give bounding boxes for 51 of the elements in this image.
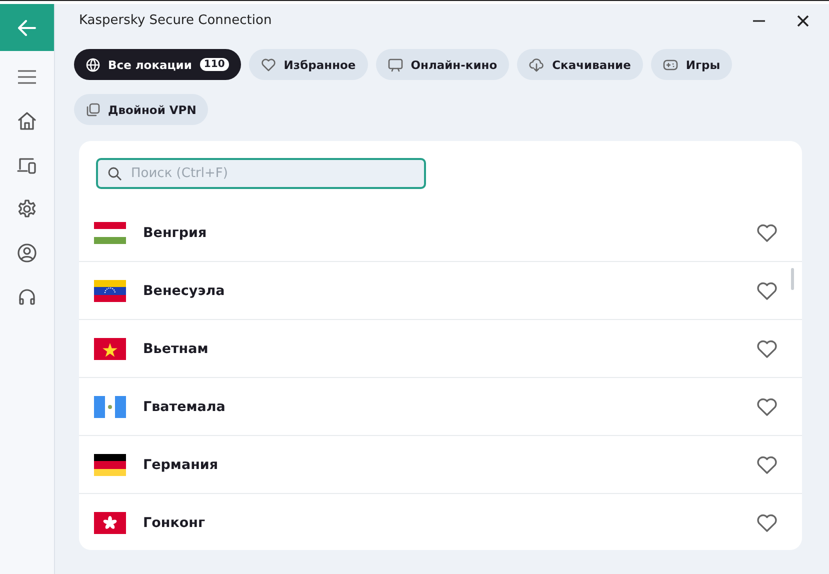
filter-tab[interactable]: Онлайн-кино bbox=[376, 49, 510, 80]
copy-icon bbox=[86, 102, 100, 116]
country-name: Гватемала bbox=[143, 398, 226, 414]
filter-tab[interactable]: Двойной VPN bbox=[74, 94, 208, 125]
devices-icon bbox=[17, 155, 37, 175]
flag-icon bbox=[94, 280, 126, 302]
favorite-button[interactable] bbox=[756, 338, 778, 358]
cloud-download-icon bbox=[529, 58, 544, 72]
back-arrow-icon bbox=[18, 20, 36, 36]
favorite-button[interactable] bbox=[756, 280, 778, 300]
flag-icon bbox=[94, 396, 126, 418]
count-badge: 110 bbox=[200, 58, 229, 71]
account-icon bbox=[17, 243, 37, 263]
heart-icon bbox=[756, 454, 778, 474]
favorite-button[interactable] bbox=[756, 454, 778, 474]
country-name: Германия bbox=[143, 456, 220, 472]
country-name: Гонконг bbox=[143, 514, 206, 530]
flag-icon bbox=[94, 338, 126, 360]
menu-icon bbox=[17, 69, 37, 85]
favorite-button[interactable] bbox=[756, 512, 778, 532]
heart-icon bbox=[756, 280, 778, 300]
globe-icon bbox=[86, 58, 100, 72]
heart-icon bbox=[756, 222, 778, 242]
country-name: Венесуэла bbox=[143, 282, 226, 298]
window-title: Kaspersky Secure Connection bbox=[79, 13, 273, 28]
heart-icon bbox=[756, 396, 778, 416]
flag-icon bbox=[94, 222, 126, 244]
filter-tab[interactable]: Все локации 110 bbox=[74, 49, 241, 80]
screen-icon bbox=[388, 58, 403, 72]
heart-icon bbox=[756, 338, 778, 358]
back-button[interactable] bbox=[0, 4, 54, 51]
minimize-icon bbox=[753, 20, 765, 22]
scrollbar-thumb[interactable] bbox=[791, 268, 794, 290]
search-field[interactable]: Поиск (Ctrl+F) bbox=[96, 158, 426, 189]
filter-tab[interactable]: Игры bbox=[650, 49, 732, 80]
filter-tab[interactable]: Избранное bbox=[248, 49, 368, 80]
heart-icon bbox=[260, 58, 276, 72]
filter-tab[interactable]: Скачивание bbox=[517, 49, 643, 80]
close-icon bbox=[797, 14, 809, 26]
home-icon bbox=[17, 111, 37, 131]
flag-icon bbox=[94, 512, 126, 534]
country-name: Вьетнам bbox=[143, 340, 210, 356]
country-name: Венгрия bbox=[143, 224, 208, 240]
search-icon bbox=[108, 167, 122, 181]
headset-icon bbox=[17, 287, 37, 307]
flag-icon bbox=[94, 454, 126, 476]
heart-icon bbox=[756, 512, 778, 532]
settings-icon bbox=[17, 199, 37, 219]
favorite-button[interactable] bbox=[756, 222, 778, 242]
gamepad-icon bbox=[662, 58, 678, 72]
favorite-button[interactable] bbox=[756, 396, 778, 416]
